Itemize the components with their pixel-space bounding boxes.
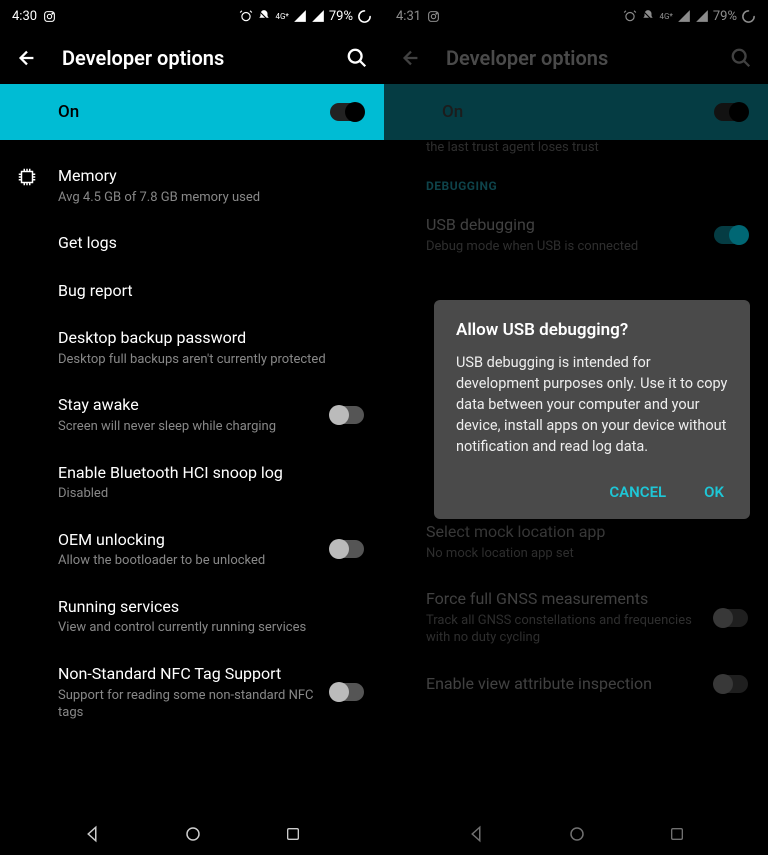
nav-recents[interactable] bbox=[285, 826, 301, 842]
item-nfc-tag[interactable]: Non-Standard NFC Tag SupportSupport for … bbox=[0, 650, 384, 735]
status-bar: 4:30 4G* 79% bbox=[0, 0, 384, 32]
status-time: 4:31 bbox=[396, 9, 421, 24]
mute-icon bbox=[257, 9, 271, 23]
settings-list[interactable]: Memory Avg 4.5 GB of 7.8 GB memory used G… bbox=[0, 140, 384, 813]
mute-icon bbox=[641, 9, 655, 23]
item-sub: Debug mode when USB is connected bbox=[426, 238, 702, 256]
left-screen: 4:30 4G* 79% Developer options On Memory… bbox=[0, 0, 384, 855]
item-get-logs[interactable]: Get logs bbox=[0, 219, 384, 267]
item-bt-hci[interactable]: Enable Bluetooth HCI snoop logDisabled bbox=[0, 449, 384, 516]
back-button[interactable] bbox=[400, 47, 422, 69]
signal-icon-2 bbox=[311, 9, 325, 23]
item-title: Select mock location app bbox=[426, 521, 736, 543]
item-sub: Track all GNSS constellations and freque… bbox=[426, 612, 702, 647]
view-attr-toggle[interactable] bbox=[714, 675, 748, 693]
truncated-line: the last trust agent loses trust bbox=[384, 140, 768, 165]
gnss-toggle[interactable] bbox=[714, 609, 748, 627]
nav-bar bbox=[0, 813, 384, 855]
search-button[interactable] bbox=[730, 47, 752, 69]
battery-percent: 79% bbox=[329, 9, 353, 24]
item-running-services[interactable]: Running servicesView and control current… bbox=[0, 583, 384, 650]
nav-home[interactable] bbox=[568, 825, 586, 843]
item-sub: Avg 4.5 GB of 7.8 GB memory used bbox=[58, 189, 352, 207]
alarm-icon bbox=[623, 9, 637, 23]
signal-icon-2 bbox=[695, 9, 709, 23]
item-desktop-backup[interactable]: Desktop backup password Desktop full back… bbox=[0, 314, 384, 381]
nav-home[interactable] bbox=[184, 825, 202, 843]
section-header-debugging: DEBUGGING bbox=[384, 165, 768, 201]
usb-debugging-dialog: Allow USB debugging? USB debugging is in… bbox=[434, 300, 750, 519]
signal-4g-icon: 4G* bbox=[659, 12, 672, 21]
dialog-cancel-button[interactable]: CANCEL bbox=[605, 477, 670, 507]
item-usb-debugging[interactable]: USB debugging Debug mode when USB is conn… bbox=[384, 201, 768, 268]
item-title: Memory bbox=[58, 165, 352, 187]
nav-recents[interactable] bbox=[669, 826, 685, 842]
item-stay-awake[interactable]: Stay awake Screen will never sleep while … bbox=[0, 381, 384, 448]
master-toggle-label: On bbox=[442, 102, 463, 122]
item-sub: Support for reading some non-standard NF… bbox=[58, 687, 318, 722]
instagram-icon bbox=[427, 10, 440, 23]
signal-icon bbox=[293, 9, 307, 23]
item-oem-unlocking[interactable]: OEM unlockingAllow the bootloader to be … bbox=[0, 516, 384, 583]
dialog-title: Allow USB debugging? bbox=[456, 320, 728, 340]
status-time: 4:30 bbox=[12, 9, 37, 24]
item-gnss[interactable]: Force full GNSS measurementsTrack all GN… bbox=[384, 575, 768, 660]
signal-4g-icon: 4G* bbox=[275, 12, 288, 21]
item-title: Enable Bluetooth HCI snoop log bbox=[58, 462, 352, 484]
item-sub: Allow the bootloader to be unlocked bbox=[58, 552, 318, 570]
master-toggle-row[interactable]: On bbox=[0, 84, 384, 140]
item-title: Non-Standard NFC Tag Support bbox=[58, 663, 318, 685]
dialog-ok-button[interactable]: OK bbox=[700, 477, 728, 507]
item-sub: Screen will never sleep while charging bbox=[58, 418, 318, 436]
nav-back[interactable] bbox=[467, 825, 485, 843]
back-button[interactable] bbox=[16, 47, 38, 69]
stay-awake-toggle[interactable] bbox=[330, 406, 364, 424]
signal-icon bbox=[677, 9, 691, 23]
item-title: Enable view attribute inspection bbox=[426, 673, 702, 695]
search-button[interactable] bbox=[346, 47, 368, 69]
item-title: Stay awake bbox=[58, 394, 318, 416]
item-title: Get logs bbox=[58, 232, 352, 254]
status-bar: 4:31 4G* 79% bbox=[384, 0, 768, 32]
nav-back[interactable] bbox=[83, 825, 101, 843]
dialog-body: USB debugging is intended for developmen… bbox=[456, 352, 728, 457]
instagram-icon bbox=[43, 10, 56, 23]
master-toggle-switch[interactable] bbox=[330, 103, 364, 121]
item-title: Desktop backup password bbox=[58, 327, 352, 349]
alarm-icon bbox=[239, 9, 253, 23]
loading-icon bbox=[741, 9, 756, 24]
memory-icon bbox=[16, 166, 38, 188]
app-header: Developer options bbox=[384, 32, 768, 84]
usb-debugging-toggle[interactable] bbox=[714, 226, 748, 244]
master-toggle-label: On bbox=[58, 102, 79, 122]
right-screen: 4:31 4G* 79% Developer options On the la… bbox=[384, 0, 768, 855]
battery-percent: 79% bbox=[713, 9, 737, 24]
item-memory[interactable]: Memory Avg 4.5 GB of 7.8 GB memory used bbox=[0, 152, 384, 219]
item-title: Running services bbox=[58, 596, 352, 618]
item-title: Force full GNSS measurements bbox=[426, 588, 702, 610]
item-sub: View and control currently running servi… bbox=[58, 619, 352, 637]
item-title: Bug report bbox=[58, 280, 352, 302]
item-sub: Disabled bbox=[58, 485, 352, 503]
item-title: OEM unlocking bbox=[58, 529, 318, 551]
item-bug-report[interactable]: Bug report bbox=[0, 267, 384, 315]
page-title: Developer options bbox=[62, 46, 322, 70]
nav-bar bbox=[384, 813, 768, 855]
master-toggle-row[interactable]: On bbox=[384, 84, 768, 140]
loading-icon bbox=[357, 9, 372, 24]
item-title: USB debugging bbox=[426, 214, 702, 236]
item-view-attribute[interactable]: Enable view attribute inspection bbox=[384, 660, 768, 708]
nfc-toggle[interactable] bbox=[330, 683, 364, 701]
item-sub: No mock location app set bbox=[426, 545, 736, 563]
oem-toggle[interactable] bbox=[330, 540, 364, 558]
page-title: Developer options bbox=[446, 46, 706, 70]
app-header: Developer options bbox=[0, 32, 384, 84]
item-sub: Desktop full backups aren't currently pr… bbox=[58, 351, 352, 369]
master-toggle-switch[interactable] bbox=[714, 103, 748, 121]
